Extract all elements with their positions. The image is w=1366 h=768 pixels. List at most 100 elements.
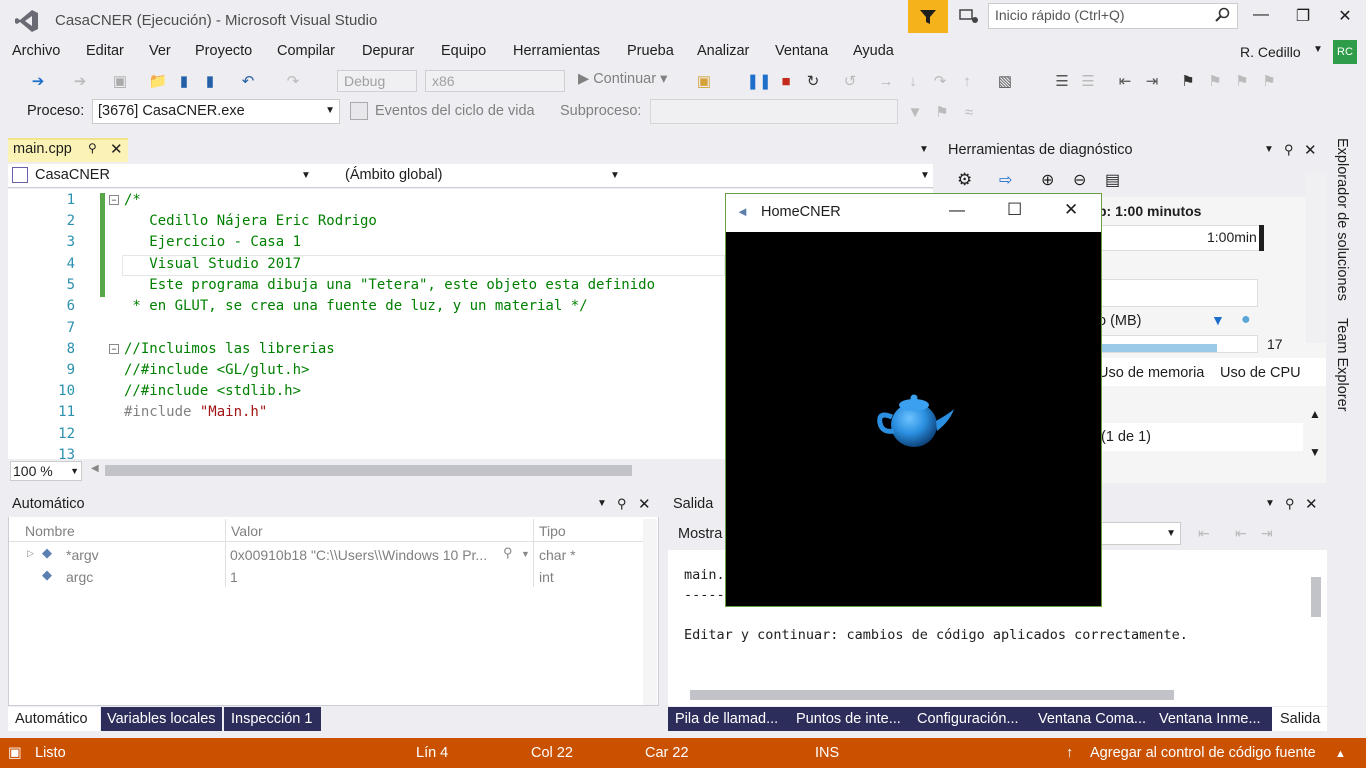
close-icon[interactable]: ✕ xyxy=(1304,141,1317,159)
menu-herramientas[interactable]: Herramientas xyxy=(513,43,600,59)
add-source-control-button[interactable]: Agregar al control de código fuente xyxy=(1090,745,1316,761)
apply-changes-icon[interactable]: ↺ xyxy=(840,71,860,91)
collapse-icon[interactable]: − xyxy=(109,195,119,205)
menu-ventana[interactable]: Ventana xyxy=(775,43,828,59)
arrow-up-icon[interactable]: ↑ xyxy=(1066,745,1073,761)
thread-icon[interactable]: ☰ xyxy=(1052,71,1072,91)
lifecycle-events-icon[interactable] xyxy=(350,102,368,120)
tab-variables-locales[interactable]: Variables locales xyxy=(107,711,216,727)
zoom-select[interactable]: 100 % ▼ xyxy=(10,461,82,481)
open-file-icon[interactable]: 📁 xyxy=(148,71,168,91)
notification-filter-button[interactable] xyxy=(908,0,948,33)
step-into-icon[interactable]: ↓ xyxy=(903,71,923,91)
horizontal-scrollbar[interactable] xyxy=(690,690,1174,700)
restart-icon[interactable]: ↻ xyxy=(803,71,823,91)
chevron-down-icon[interactable]: ▼ xyxy=(1265,498,1275,509)
tab-inspeccion-1[interactable]: Inspección 1 xyxy=(231,711,312,727)
menu-archivo[interactable]: Archivo xyxy=(12,43,60,59)
tab-immediate-window[interactable]: Ventana Inme... xyxy=(1159,711,1261,727)
flag-thread-icon[interactable]: ⚑ xyxy=(932,102,952,122)
pin-icon[interactable]: ⚲ xyxy=(617,496,627,512)
tab-breakpoints[interactable]: Puntos de inte... xyxy=(796,711,901,727)
close-button[interactable]: ✕ xyxy=(1331,6,1359,30)
stop-icon[interactable]: ■ xyxy=(776,71,796,91)
chevron-down-icon[interactable]: ▼ xyxy=(301,170,311,181)
close-button[interactable]: ✕ xyxy=(1064,200,1078,220)
minimize-button[interactable]: — xyxy=(1247,6,1275,30)
menu-proyecto[interactable]: Proyecto xyxy=(195,43,252,59)
tab-cpu-usage[interactable]: Uso de CPU xyxy=(1220,365,1301,381)
menu-ver[interactable]: Ver xyxy=(149,43,171,59)
vertical-scrollbar[interactable] xyxy=(1306,173,1326,343)
stack-frame-icon[interactable]: ☰ xyxy=(1078,71,1098,91)
outdent-icon[interactable]: ⇤ xyxy=(1115,71,1135,91)
menu-prueba[interactable]: Prueba xyxy=(627,43,674,59)
chevron-down-icon[interactable]: ▼ xyxy=(920,170,930,181)
scroll-left-icon[interactable]: ◀ xyxy=(91,463,99,474)
scope-dropdown[interactable]: (Ámbito global) xyxy=(345,167,443,183)
column-value[interactable]: Valor xyxy=(231,523,263,539)
menu-compilar[interactable]: Compilar xyxy=(277,43,335,59)
minimize-button[interactable]: — xyxy=(949,202,965,220)
gear-icon[interactable]: ⚙ xyxy=(957,170,972,190)
undo-icon[interactable]: ↶ xyxy=(238,71,258,91)
chevron-down-icon[interactable]: ▼ xyxy=(1313,44,1323,55)
project-dropdown[interactable]: CasaCNER xyxy=(35,167,110,183)
collapse-icon[interactable]: − xyxy=(109,344,119,354)
chevron-down-icon[interactable]: ▼ xyxy=(1264,144,1274,155)
zoom-out-icon[interactable]: ⊖ xyxy=(1073,170,1086,190)
step-over-icon[interactable]: ↷ xyxy=(930,71,950,91)
chevron-down-icon[interactable]: ▼ xyxy=(610,170,620,181)
scroll-up-icon[interactable]: ▲ xyxy=(1309,407,1321,421)
go-to-line-icon[interactable]: ⇤ xyxy=(1198,525,1210,542)
pin-icon[interactable]: ⚲ xyxy=(88,141,97,155)
bookmark-icon[interactable]: ⚑ xyxy=(1178,71,1198,91)
tab-overflow-icon[interactable]: ▼ xyxy=(919,144,929,155)
chevron-down-icon[interactable]: ▼ xyxy=(521,549,530,559)
close-tab-icon[interactable]: ✕ xyxy=(110,140,123,158)
menu-ayuda[interactable]: Ayuda xyxy=(853,43,894,59)
menu-depurar[interactable]: Depurar xyxy=(362,43,414,59)
solution-config-select[interactable]: Debug xyxy=(337,70,417,92)
clear-bookmarks-icon[interactable]: ⚑ xyxy=(1259,71,1279,91)
restore-button[interactable]: ❐ xyxy=(1289,6,1317,30)
attach-process-icon[interactable]: ▣ xyxy=(694,71,714,91)
export-icon[interactable]: ⇨ xyxy=(999,170,1012,190)
homecner-window[interactable] xyxy=(725,193,1102,607)
tab-team-explorer[interactable]: Team Explorer xyxy=(1334,318,1350,411)
platform-select[interactable]: x86 xyxy=(425,70,565,92)
prev-bookmark-icon[interactable]: ⚑ xyxy=(1205,71,1225,91)
continue-button[interactable]: ▶ Continuar ▾ xyxy=(578,71,667,87)
tab-salida[interactable]: Salida xyxy=(1280,711,1320,727)
vertical-scrollbar[interactable] xyxy=(643,519,657,705)
next-bookmark-icon[interactable]: ⚑ xyxy=(1232,71,1252,91)
maximize-button[interactable]: ☐ xyxy=(1007,200,1022,220)
column-type[interactable]: Tipo xyxy=(539,523,566,539)
hex-display-icon[interactable]: ▧ xyxy=(995,71,1015,91)
tab-automatico[interactable]: Automático xyxy=(15,711,88,727)
forward-icon[interactable]: ➔ xyxy=(70,71,90,91)
pin-icon[interactable]: ⚲ xyxy=(1284,142,1294,158)
chevron-up-icon[interactable]: ▲ xyxy=(1335,748,1346,760)
output-source-select[interactable]: ▼ xyxy=(1101,522,1181,545)
tab-call-stack[interactable]: Pila de llamad... xyxy=(675,711,778,727)
avatar[interactable]: RC xyxy=(1333,40,1357,64)
save-all-icon[interactable]: ▮ xyxy=(200,71,220,91)
prev-message-icon[interactable]: ⇤ xyxy=(1235,525,1247,542)
filter-thread-icon[interactable]: ▼ xyxy=(905,102,925,122)
step-out-icon[interactable]: ↑ xyxy=(957,71,977,91)
user-name[interactable]: R. Cedillo xyxy=(1240,44,1301,60)
editor-tab-label[interactable]: main.cpp xyxy=(13,141,72,157)
zoom-in-icon[interactable]: ⊕ xyxy=(1041,170,1054,190)
step-next-icon[interactable]: → xyxy=(876,71,896,91)
feedback-icon[interactable] xyxy=(958,6,980,28)
scroll-down-icon[interactable]: ▼ xyxy=(1309,445,1321,459)
expand-icon[interactable]: ▷ xyxy=(27,548,34,559)
horizontal-scrollbar[interactable] xyxy=(105,465,632,476)
close-icon[interactable]: ✕ xyxy=(638,495,651,513)
tab-solution-explorer[interactable]: Explorador de soluciones xyxy=(1334,138,1350,301)
redo-icon[interactable]: ↷ xyxy=(283,71,303,91)
close-icon[interactable]: ✕ xyxy=(1305,495,1318,513)
menu-editar[interactable]: Editar xyxy=(86,43,124,59)
thread-select[interactable] xyxy=(650,99,898,124)
